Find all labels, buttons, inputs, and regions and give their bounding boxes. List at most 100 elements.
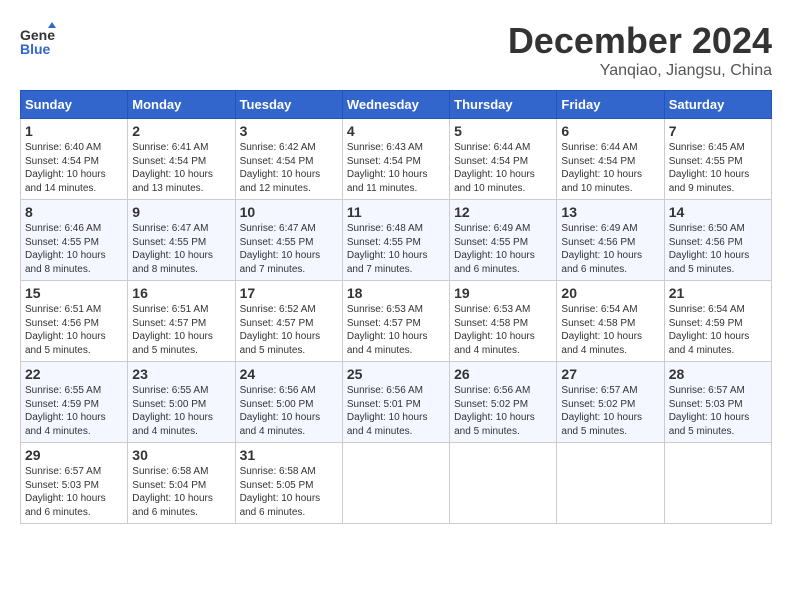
day-number: 31	[240, 447, 338, 463]
day-info: Sunrise: 6:54 AMSunset: 4:58 PMDaylight:…	[561, 304, 642, 356]
day-cell-28: 28Sunrise: 6:57 AMSunset: 5:03 PMDayligh…	[664, 362, 771, 443]
day-cell-24: 24Sunrise: 6:56 AMSunset: 5:00 PMDayligh…	[235, 362, 342, 443]
day-number: 27	[561, 366, 659, 382]
day-info: Sunrise: 6:46 AMSunset: 4:55 PMDaylight:…	[25, 223, 106, 275]
day-info: Sunrise: 6:49 AMSunset: 4:56 PMDaylight:…	[561, 223, 642, 275]
day-number: 10	[240, 204, 338, 220]
day-cell-6: 6 Sunrise: 6:44 AMSunset: 4:54 PMDaylight…	[557, 119, 664, 200]
day-number: 12	[454, 204, 552, 220]
day-cell-16: 16 Sunrise: 6:51 AMSunset: 4:57 PMDayligh…	[128, 281, 235, 362]
day-number: 23	[132, 366, 230, 382]
day-cell-7: 7 Sunrise: 6:45 AMSunset: 4:55 PMDaylight…	[664, 119, 771, 200]
day-number: 7	[669, 123, 767, 139]
day-info: Sunrise: 6:55 AMSunset: 4:59 PMDaylight:…	[25, 385, 106, 437]
svg-text:Blue: Blue	[20, 41, 51, 56]
day-info: Sunrise: 6:40 AMSunset: 4:54 PMDaylight:…	[25, 142, 106, 194]
day-info: Sunrise: 6:56 AMSunset: 5:02 PMDaylight:…	[454, 385, 535, 437]
empty-cell	[664, 443, 771, 524]
day-cell-25: 25Sunrise: 6:56 AMSunset: 5:01 PMDayligh…	[342, 362, 449, 443]
day-number: 8	[25, 204, 123, 220]
header-sunday: Sunday	[21, 91, 128, 119]
day-cell-5: 5 Sunrise: 6:44 AMSunset: 4:54 PMDaylight…	[450, 119, 557, 200]
day-cell-21: 21Sunrise: 6:54 AMSunset: 4:59 PMDayligh…	[664, 281, 771, 362]
day-number: 17	[240, 285, 338, 301]
day-cell-19: 19 Sunrise: 6:53 AMSunset: 4:58 PMDayligh…	[450, 281, 557, 362]
title-block: December 2024 Yanqiao, Jiangsu, China	[508, 20, 772, 80]
week-row-5: 29Sunrise: 6:57 AMSunset: 5:03 PMDayligh…	[21, 443, 772, 524]
day-number: 26	[454, 366, 552, 382]
day-number: 11	[347, 204, 445, 220]
day-cell-20: 20 Sunrise: 6:54 AMSunset: 4:58 PMDayligh…	[557, 281, 664, 362]
day-number: 22	[25, 366, 123, 382]
day-info: Sunrise: 6:44 AMSunset: 4:54 PMDaylight:…	[454, 142, 535, 194]
day-cell-23: 23 Sunrise: 6:55 AMSunset: 5:00 PMDayligh…	[128, 362, 235, 443]
day-number: 4	[347, 123, 445, 139]
header-monday: Monday	[128, 91, 235, 119]
day-cell-18: 18 Sunrise: 6:53 AMSunset: 4:57 PMDayligh…	[342, 281, 449, 362]
day-info: Sunrise: 6:44 AMSunset: 4:54 PMDaylight:…	[561, 142, 642, 194]
day-number: 20	[561, 285, 659, 301]
day-number: 19	[454, 285, 552, 301]
day-cell-15: 15Sunrise: 6:51 AMSunset: 4:56 PMDayligh…	[21, 281, 128, 362]
header-saturday: Saturday	[664, 91, 771, 119]
day-number: 16	[132, 285, 230, 301]
day-cell-22: 22 Sunrise: 6:55 AMSunset: 4:59 PMDayligh…	[21, 362, 128, 443]
day-info: Sunrise: 6:58 AMSunset: 5:05 PMDaylight:…	[240, 466, 321, 518]
header-friday: Friday	[557, 91, 664, 119]
weekday-header-row: Sunday Monday Tuesday Wednesday Thursday…	[21, 91, 772, 119]
day-cell-8: 8 Sunrise: 6:46 AMSunset: 4:55 PMDaylight…	[21, 200, 128, 281]
day-number: 6	[561, 123, 659, 139]
day-number: 3	[240, 123, 338, 139]
day-number: 5	[454, 123, 552, 139]
day-info: Sunrise: 6:53 AMSunset: 4:57 PMDaylight:…	[347, 304, 428, 356]
day-cell-9: 9Sunrise: 6:47 AMSunset: 4:55 PMDaylight…	[128, 200, 235, 281]
empty-cell	[557, 443, 664, 524]
week-row-4: 22 Sunrise: 6:55 AMSunset: 4:59 PMDayligh…	[21, 362, 772, 443]
day-info: Sunrise: 6:45 AMSunset: 4:55 PMDaylight:…	[669, 142, 750, 194]
day-info: Sunrise: 6:52 AMSunset: 4:57 PMDaylight:…	[240, 304, 321, 356]
day-info: Sunrise: 6:51 AMSunset: 4:57 PMDaylight:…	[132, 304, 213, 356]
day-cell-1: 1Sunrise: 6:40 AMSunset: 4:54 PMDaylight…	[21, 119, 128, 200]
logo: General Blue	[20, 20, 56, 56]
day-number: 13	[561, 204, 659, 220]
day-cell-2: 2Sunrise: 6:41 AMSunset: 4:54 PMDaylight…	[128, 119, 235, 200]
day-info: Sunrise: 6:57 AMSunset: 5:03 PMDaylight:…	[25, 466, 106, 518]
day-cell-3: 3Sunrise: 6:42 AMSunset: 4:54 PMDaylight…	[235, 119, 342, 200]
day-cell-13: 13 Sunrise: 6:49 AMSunset: 4:56 PMDayligh…	[557, 200, 664, 281]
day-info: Sunrise: 6:57 AMSunset: 5:02 PMDaylight:…	[561, 385, 642, 437]
day-cell-4: 4Sunrise: 6:43 AMSunset: 4:54 PMDaylight…	[342, 119, 449, 200]
week-row-3: 15Sunrise: 6:51 AMSunset: 4:56 PMDayligh…	[21, 281, 772, 362]
day-info: Sunrise: 6:56 AMSunset: 5:01 PMDaylight:…	[347, 385, 428, 437]
page-header: General Blue December 2024 Yanqiao, Jian…	[20, 20, 772, 80]
empty-cell	[450, 443, 557, 524]
day-number: 24	[240, 366, 338, 382]
location: Yanqiao, Jiangsu, China	[508, 62, 772, 80]
day-info: Sunrise: 6:53 AMSunset: 4:58 PMDaylight:…	[454, 304, 535, 356]
day-number: 30	[132, 447, 230, 463]
day-number: 14	[669, 204, 767, 220]
week-row-2: 8 Sunrise: 6:46 AMSunset: 4:55 PMDaylight…	[21, 200, 772, 281]
month-title: December 2024	[508, 20, 772, 62]
day-info: Sunrise: 6:49 AMSunset: 4:55 PMDaylight:…	[454, 223, 535, 275]
day-cell-29: 29Sunrise: 6:57 AMSunset: 5:03 PMDayligh…	[21, 443, 128, 524]
day-info: Sunrise: 6:55 AMSunset: 5:00 PMDaylight:…	[132, 385, 213, 437]
day-number: 15	[25, 285, 123, 301]
day-number: 21	[669, 285, 767, 301]
day-cell-26: 26 Sunrise: 6:56 AMSunset: 5:02 PMDayligh…	[450, 362, 557, 443]
calendar-table: Sunday Monday Tuesday Wednesday Thursday…	[20, 90, 772, 524]
day-number: 18	[347, 285, 445, 301]
day-cell-12: 12 Sunrise: 6:49 AMSunset: 4:55 PMDayligh…	[450, 200, 557, 281]
header-wednesday: Wednesday	[342, 91, 449, 119]
header-tuesday: Tuesday	[235, 91, 342, 119]
day-info: Sunrise: 6:58 AMSunset: 5:04 PMDaylight:…	[132, 466, 213, 518]
day-cell-11: 11Sunrise: 6:48 AMSunset: 4:55 PMDayligh…	[342, 200, 449, 281]
day-cell-17: 17 Sunrise: 6:52 AMSunset: 4:57 PMDayligh…	[235, 281, 342, 362]
day-number: 2	[132, 123, 230, 139]
header-thursday: Thursday	[450, 91, 557, 119]
day-cell-27: 27 Sunrise: 6:57 AMSunset: 5:02 PMDayligh…	[557, 362, 664, 443]
logo-icon: General Blue	[20, 20, 56, 56]
day-cell-30: 30 Sunrise: 6:58 AMSunset: 5:04 PMDayligh…	[128, 443, 235, 524]
day-cell-31: 31 Sunrise: 6:58 AMSunset: 5:05 PMDayligh…	[235, 443, 342, 524]
day-info: Sunrise: 6:50 AMSunset: 4:56 PMDaylight:…	[669, 223, 750, 275]
day-info: Sunrise: 6:47 AMSunset: 4:55 PMDaylight:…	[132, 223, 213, 275]
